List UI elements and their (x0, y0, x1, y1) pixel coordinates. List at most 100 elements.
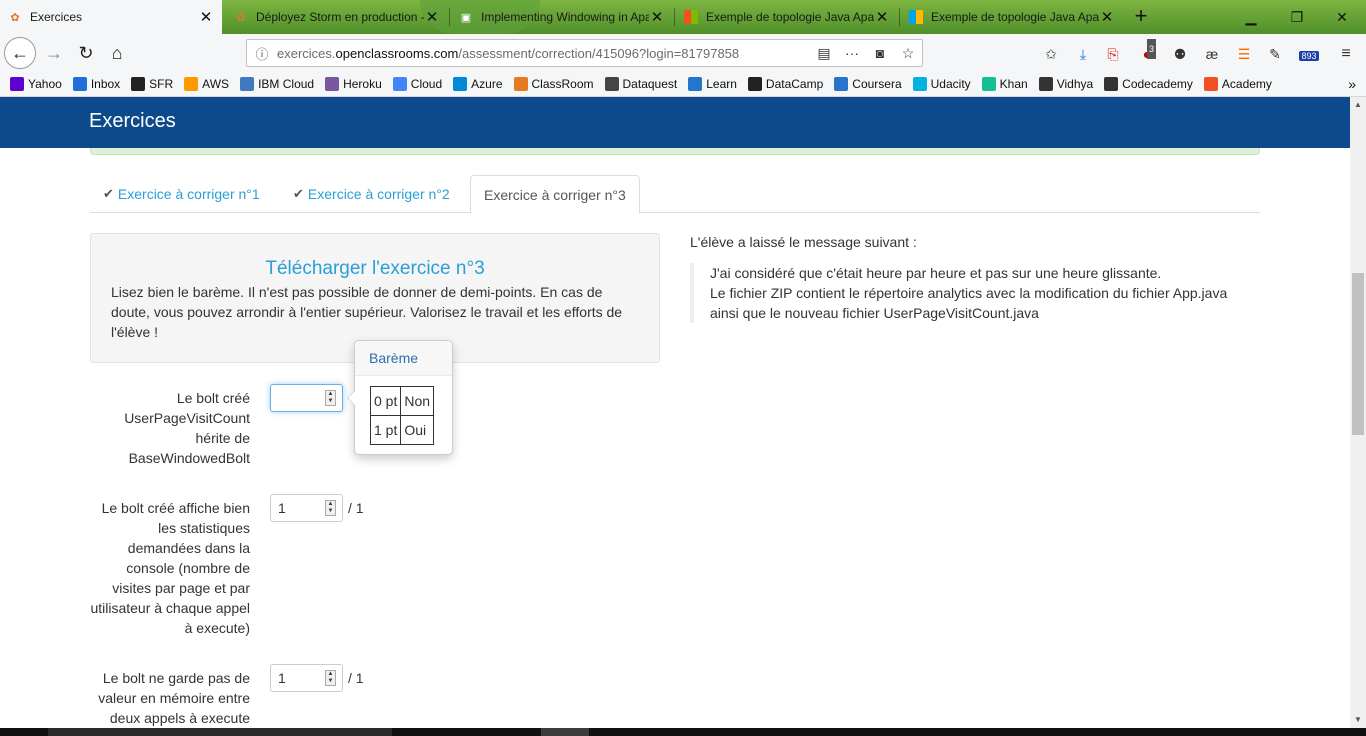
reader-view-icon[interactable]: ▤ (810, 45, 838, 62)
message-line: Le fichier ZIP contient le répertoire an… (710, 285, 1228, 301)
bookmark-favicon-icon (604, 77, 619, 91)
scroll-up-icon[interactable]: ▲ (1350, 97, 1366, 113)
bookmark-coursera[interactable]: Coursera (834, 77, 902, 91)
message-line: ainsi que le nouveau fichier UserPageVis… (710, 305, 1039, 321)
info-icon[interactable]: ⓘ (247, 44, 277, 63)
spinner-icon[interactable]: ▲ ▼ (325, 670, 336, 686)
bookmark-classroom[interactable]: ClassRoom (513, 77, 594, 91)
downloads-icon[interactable]: ⤓ (1073, 44, 1093, 64)
close-tab-icon[interactable]: ✕ (424, 8, 440, 26)
site-brand[interactable]: Exercices (89, 110, 176, 133)
hamburger-menu-icon[interactable]: ≡ (1336, 44, 1356, 64)
tab-exercice-1[interactable]: ✔ Exercice à corriger n°1 (90, 175, 273, 213)
spinner-icon[interactable]: ▲ ▼ (325, 390, 336, 406)
navigation-toolbar: ← → ↻ ⌂ ⓘ exercices.openclassrooms.com/a… (0, 34, 1366, 72)
bookmark-datacamp[interactable]: DataCamp (747, 77, 823, 91)
close-tab-icon[interactable]: ✕ (198, 8, 214, 26)
pdf-icon[interactable]: ⎘ (1103, 44, 1123, 64)
browser-tab-topologie-2[interactable]: Exemple de topologie Java Apache S ✕ (901, 0, 1123, 34)
bareme-popover: Barème 0 pt Non 1 pt Oui (347, 340, 453, 455)
minimize-icon[interactable]: ▁ (1239, 6, 1263, 28)
bookmark-favicon-icon (1203, 77, 1218, 91)
bookmarks-menu-icon[interactable]: ✩ (1041, 44, 1061, 64)
back-button[interactable]: ← (4, 37, 36, 69)
tab-exercice-2[interactable]: ✔ Exercice à corriger n°2 (280, 175, 463, 213)
browser-tab-storm[interactable]: ✿ Déployez Storm en production - Ope ✕ (226, 0, 448, 34)
score-input-1[interactable]: ▲ ▼ (270, 384, 343, 412)
bookmark-academy[interactable]: Academy (1203, 77, 1272, 91)
close-tab-icon[interactable]: ✕ (1099, 8, 1115, 26)
evernote-icon[interactable]: ✎ (1265, 44, 1285, 64)
tab-separator (449, 8, 450, 26)
bookmark-aws[interactable]: AWS (184, 77, 229, 91)
rss-icon[interactable]: ☰ (1234, 44, 1254, 64)
bookmark-favicon-icon (392, 77, 407, 91)
bookmark-codecademy[interactable]: Codecademy (1104, 77, 1193, 91)
popover-arrow (348, 390, 356, 406)
home-button[interactable]: ⌂ (103, 39, 131, 67)
bookmark-favicon-icon (1038, 77, 1053, 91)
bareme-answer: Non (400, 386, 435, 416)
browser-tab-exercices[interactable]: ✿ Exercices ✕ (0, 0, 222, 34)
bookmark-dataquest[interactable]: Dataquest (604, 77, 677, 91)
close-window-icon[interactable]: ✕ (1330, 6, 1354, 28)
bookmark-sfr[interactable]: SFR (131, 77, 173, 91)
max-score-3: / 1 (348, 670, 364, 686)
bookmark-favicon-icon (688, 77, 703, 91)
bookmarks-overflow-icon[interactable]: » (1348, 76, 1356, 92)
browser-tab-windowing[interactable]: ▣ Implementing Windowing in Apache ✕ (451, 0, 673, 34)
new-tab-button[interactable]: + (1128, 4, 1154, 30)
restore-icon[interactable]: ❐ (1285, 6, 1309, 28)
bookmark-khan[interactable]: Khan (981, 77, 1028, 91)
spinner-icon[interactable]: ▲ ▼ (325, 500, 336, 516)
score-input-3[interactable]: 1 ▲ ▼ (270, 664, 343, 692)
score-input-2[interactable]: 1 ▲ ▼ (270, 494, 343, 522)
download-instructions: Lisez bien le barème. Il n'est pas possi… (111, 284, 623, 340)
pocket-icon[interactable]: ◙ (866, 45, 894, 61)
taskbar-search[interactable] (48, 728, 392, 736)
bookmark-favicon-icon (513, 77, 528, 91)
scrollbar-thumb[interactable] (1352, 273, 1364, 435)
url-text[interactable]: exercices.openclassrooms.com/assessment/… (277, 46, 810, 61)
page-content: Exercices ✔ Exercice à corriger n°1 ✔ Ex… (0, 97, 1350, 728)
download-link[interactable]: Télécharger l'exercice n°3 (91, 258, 659, 280)
taskbar-app-button[interactable] (541, 728, 589, 736)
page-actions-icon[interactable]: ··· (838, 45, 866, 61)
forward-button[interactable]: → (40, 39, 68, 67)
bookmark-learn[interactable]: Learn (688, 77, 737, 91)
extension-icon[interactable]: ⚉ (1170, 44, 1190, 64)
bookmark-yahoo[interactable]: Yahoo (10, 77, 62, 91)
page-scrollbar[interactable]: ▲ ▼ (1350, 97, 1366, 728)
close-tab-icon[interactable]: ✕ (874, 8, 890, 26)
apache-icon: ▣ (460, 11, 472, 24)
ae-icon[interactable]: æ (1202, 44, 1222, 64)
bookmark-favicon-icon (10, 77, 24, 91)
adblock-icon[interactable]: ●3 (1137, 39, 1157, 64)
tab-separator (899, 8, 900, 26)
scroll-down-icon[interactable]: ▼ (1350, 712, 1366, 728)
student-message: J'ai considéré que c'était heure par heu… (690, 263, 1250, 323)
browser-tab-topologie-1[interactable]: Exemple de topologie Java Apache S ✕ (676, 0, 898, 34)
bookmark-favicon-icon (747, 77, 762, 91)
alert-success-strip (90, 148, 1260, 155)
site-header: Exercices (0, 97, 1350, 148)
close-tab-icon[interactable]: ✕ (649, 8, 665, 26)
tab-exercice-3[interactable]: Exercice à corriger n°3 (470, 175, 640, 214)
bookmark-favicon-icon (912, 77, 927, 91)
message-line: J'ai considéré que c'était heure par heu… (710, 265, 1162, 281)
address-bar[interactable]: ⓘ exercices.openclassrooms.com/assessmen… (246, 39, 923, 67)
bookmark-udacity[interactable]: Udacity (912, 77, 971, 91)
bookmark-azure[interactable]: Azure (453, 77, 503, 91)
max-score-2: / 1 (348, 500, 364, 516)
bookmark-ibm-cloud[interactable]: IBM Cloud (240, 77, 314, 91)
bookmark-cloud[interactable]: Cloud (392, 77, 442, 91)
table-row: 1 pt Oui (369, 415, 435, 445)
tab-separator (674, 8, 675, 26)
bookmark-star-icon[interactable]: ☆ (894, 45, 922, 62)
bookmark-favicon-icon (131, 77, 146, 91)
counter-icon[interactable]: 893 (1299, 44, 1319, 64)
bookmark-heroku[interactable]: Heroku (325, 77, 382, 91)
bookmark-vidhya[interactable]: Vidhya (1038, 77, 1093, 91)
reload-button[interactable]: ↻ (72, 39, 100, 67)
bookmark-inbox[interactable]: Inbox (72, 77, 120, 91)
